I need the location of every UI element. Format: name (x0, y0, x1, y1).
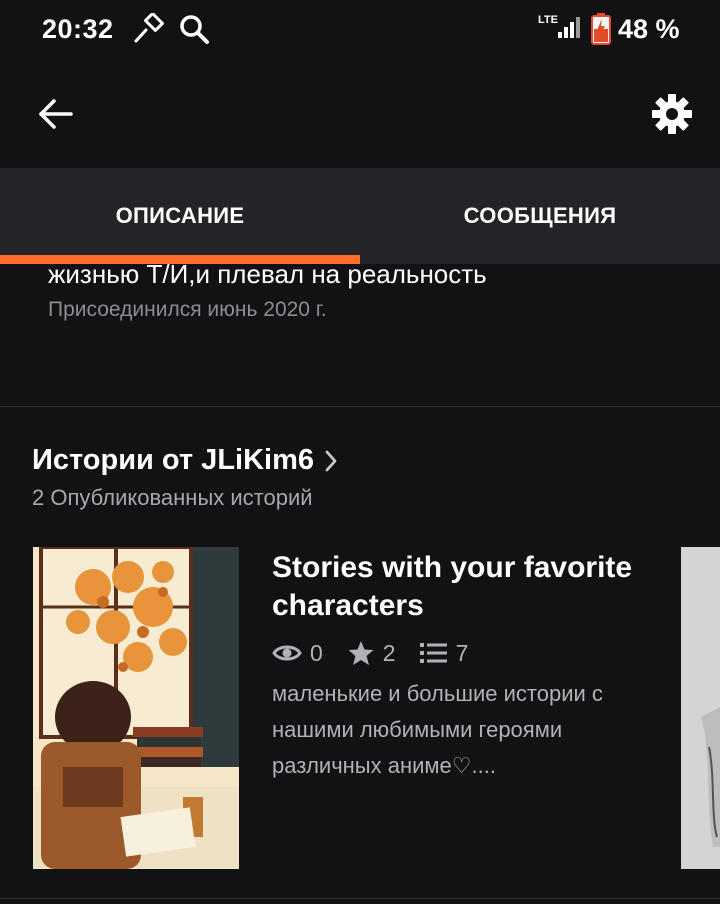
story-cover-image[interactable] (33, 547, 239, 869)
section-divider (0, 406, 720, 407)
story-stats: 0 2 7 (272, 636, 492, 670)
list-icon (419, 643, 447, 663)
hammer-icon (132, 12, 166, 52)
status-bar: 20:32 LTE 48 % (0, 0, 720, 60)
eye-icon (272, 645, 302, 661)
signal-icon (556, 16, 582, 45)
parts-count: 7 (455, 639, 469, 666)
stories-title-text: Истории от JLiKim6 (32, 444, 314, 476)
stories-section-title[interactable]: Истории от JLiKim6 (32, 444, 338, 477)
status-time: 20:32 (42, 14, 114, 44)
bottom-divider (0, 898, 720, 899)
battery-percent: 48 % (618, 14, 680, 44)
next-story-cover-image[interactable] (681, 547, 720, 869)
story-title[interactable]: Stories with your favorite characters (272, 549, 672, 625)
story-description: маленькие и большие истории с нашими люб… (272, 681, 603, 778)
joined-date: Присоединился июнь 2020 г. (48, 298, 327, 321)
tab-messages[interactable]: СООБЩЕНИЯ (360, 168, 720, 264)
stories-count: 2 Опубликованных историй (32, 485, 313, 510)
parts-stat: 7 (419, 639, 469, 667)
votes-stat: 2 (347, 640, 396, 667)
app-bar (0, 60, 720, 168)
chevron-right-icon (324, 449, 338, 473)
back-button[interactable] (28, 88, 84, 140)
views-stat: 0 (272, 640, 323, 667)
tab-active-indicator (0, 255, 360, 264)
arrow-left-icon (39, 99, 73, 129)
tab-bar: ОПИСАНИЕ СООБЩЕНИЯ (0, 168, 720, 264)
settings-button[interactable] (644, 86, 700, 142)
gear-icon (652, 94, 692, 134)
views-count: 0 (310, 639, 323, 666)
votes-count: 2 (382, 639, 396, 666)
network-type: LTE (538, 14, 558, 26)
battery-icon (590, 12, 612, 51)
search-icon (178, 13, 210, 50)
star-icon (348, 641, 374, 665)
tab-description[interactable]: ОПИСАНИЕ (0, 168, 360, 264)
